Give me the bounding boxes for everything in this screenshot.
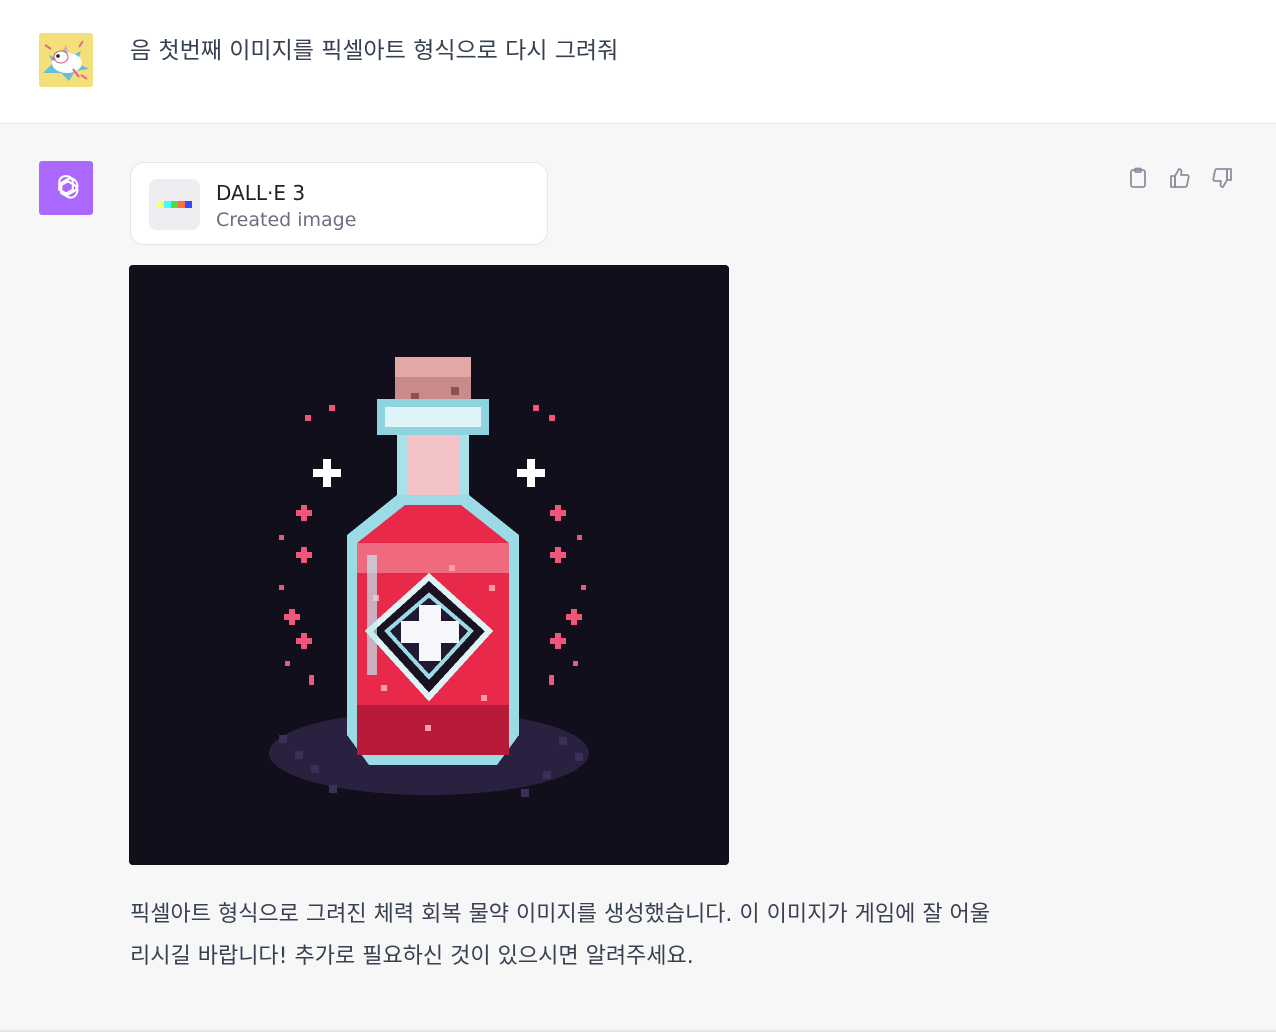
user-avatar: [39, 33, 93, 87]
chatgpt-avatar: [39, 161, 93, 215]
copy-button[interactable]: [1124, 164, 1152, 192]
thumbs-down-icon: [1212, 168, 1232, 188]
user-message-text: 음 첫번째 이미지를 픽셀아트 형식으로 다시 그려줘: [130, 38, 619, 64]
pixel-potion-illustration: [129, 265, 729, 865]
hamster-avatar-icon: [39, 33, 93, 87]
clipboard-icon: [1130, 167, 1146, 188]
thumbs-up-button[interactable]: [1166, 164, 1194, 192]
thumbs-up-icon: [1170, 168, 1190, 188]
tool-name: DALL·E 3: [216, 181, 306, 205]
message-actions: [1124, 164, 1236, 192]
openai-logo-icon: [58, 175, 79, 199]
assistant-message-row: DALL·E 3 Created image 픽셀아트 형식으로 그려진 체력 …: [0, 124, 1276, 1030]
response-line-1: 픽셀아트 형식으로 그려진 체력 회복 물약 이미지를 생성했습니다. 이 이미…: [130, 902, 991, 927]
thumbs-down-button[interactable]: [1208, 164, 1236, 192]
dalle-tool-card[interactable]: DALL·E 3 Created image: [130, 162, 548, 245]
response-line-2: 리시길 바랍니다! 추가로 필요하신 것이 있으시면 알려주세요.: [130, 944, 694, 969]
assistant-response-text: 픽셀아트 형식으로 그려진 체력 회복 물약 이미지를 생성했습니다. 이 이미…: [130, 894, 1130, 978]
tool-status: Created image: [216, 209, 357, 231]
user-message-row: 음 첫번째 이미지를 픽셀아트 형식으로 다시 그려줘: [0, 0, 1276, 124]
generated-potion-image[interactable]: [129, 265, 729, 865]
dalle-icon: [149, 179, 200, 230]
